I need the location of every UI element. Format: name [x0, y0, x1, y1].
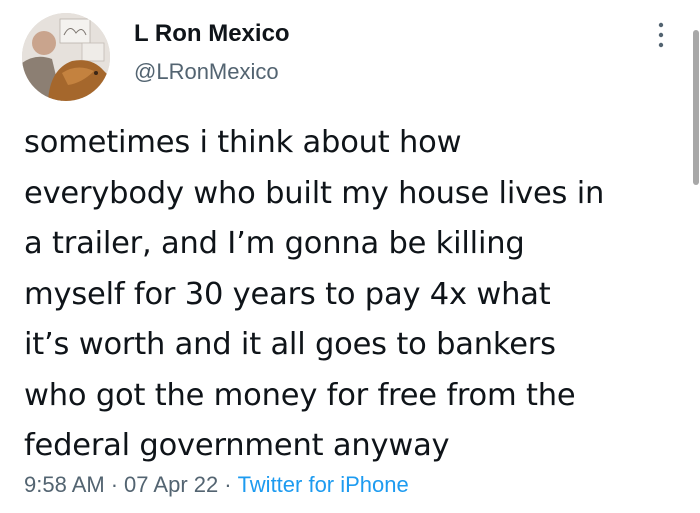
avatar[interactable]	[22, 13, 110, 101]
tweet: L Ron Mexico @LRonMexico sometimes i thi…	[0, 0, 700, 513]
meta-separator: ·	[224, 472, 232, 497]
meta-separator: ·	[110, 472, 119, 497]
tweet-text: sometimes i think about how everybody wh…	[24, 125, 605, 463]
more-options-button[interactable]	[646, 18, 676, 52]
scrollbar-thumb[interactable]	[693, 30, 699, 185]
profile-photo-icon	[22, 13, 110, 101]
tweet-time[interactable]: 9:58 AM	[24, 472, 105, 497]
tweet-meta: 9:58 AM · 07 Apr 22 · Twitter for iPhone	[24, 470, 409, 500]
scrollbar[interactable]	[691, 0, 700, 513]
display-name[interactable]: L Ron Mexico	[134, 18, 290, 50]
more-vertical-icon	[658, 22, 664, 48]
handle[interactable]: @LRonMexico	[134, 57, 290, 87]
tweet-date[interactable]: 07 Apr 22	[124, 472, 218, 497]
author-block: L Ron Mexico @LRonMexico	[134, 18, 290, 87]
tweet-source-link[interactable]: Twitter for iPhone	[238, 472, 409, 497]
